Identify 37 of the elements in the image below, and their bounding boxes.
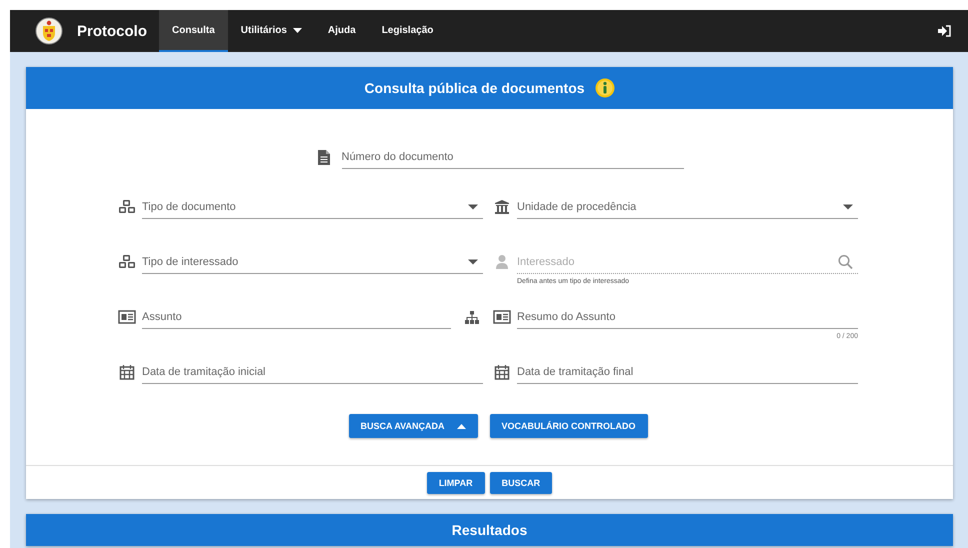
select-field[interactable]: Tipo de interessado [142,250,483,274]
dropdown-caret-icon [843,204,853,210]
date-field[interactable]: Data de tramitação inicial [142,360,483,384]
date-field[interactable]: Data de tramitação final [517,360,858,384]
id-card-icon [118,310,136,324]
nav-tab[interactable]: Ajuda [314,10,369,52]
input-field[interactable]: Assunto [142,305,451,329]
user-icon [493,254,511,270]
dropdown-caret-icon [468,204,478,210]
cubes-icon [118,199,136,215]
advanced-search-button[interactable]: BUSCA AVANÇADA [348,414,478,438]
calendar-icon [118,364,136,380]
nav-tab[interactable]: Legislação [368,10,446,52]
coat-of-arms-logo [35,17,63,45]
bank-icon [493,199,511,215]
select-field[interactable]: Tipo de documento [142,195,483,219]
search-icon [838,254,853,270]
caret-up-icon [456,424,466,428]
hierarchy-icon[interactable] [465,310,479,324]
action-button[interactable]: BUSCAR [490,472,552,494]
card-title: Consulta pública de documentos [364,80,585,96]
action-button[interactable]: LIMPAR [426,472,485,494]
dropdown-caret-icon [468,260,478,264]
input-field[interactable]: Resumo do Assunto [517,305,858,329]
document-number-field[interactable]: Número do documento [342,145,684,169]
sign-in-icon[interactable] [938,25,951,37]
card-title: Resultados [452,522,528,538]
nav-tab[interactable]: Utilitários [228,10,315,52]
info-icon[interactable] [594,78,615,98]
nav-tab[interactable]: Consulta [159,10,228,52]
vocabulary-button[interactable]: VOCABULÁRIO CONTROLADO [490,414,648,438]
caret-icon [292,28,302,32]
id-card-icon [493,310,511,324]
cubes-icon [118,254,136,270]
calendar-icon [493,364,511,380]
select-field[interactable]: Unidade de procedência [517,195,858,219]
app-title: Protocolo [77,22,147,40]
